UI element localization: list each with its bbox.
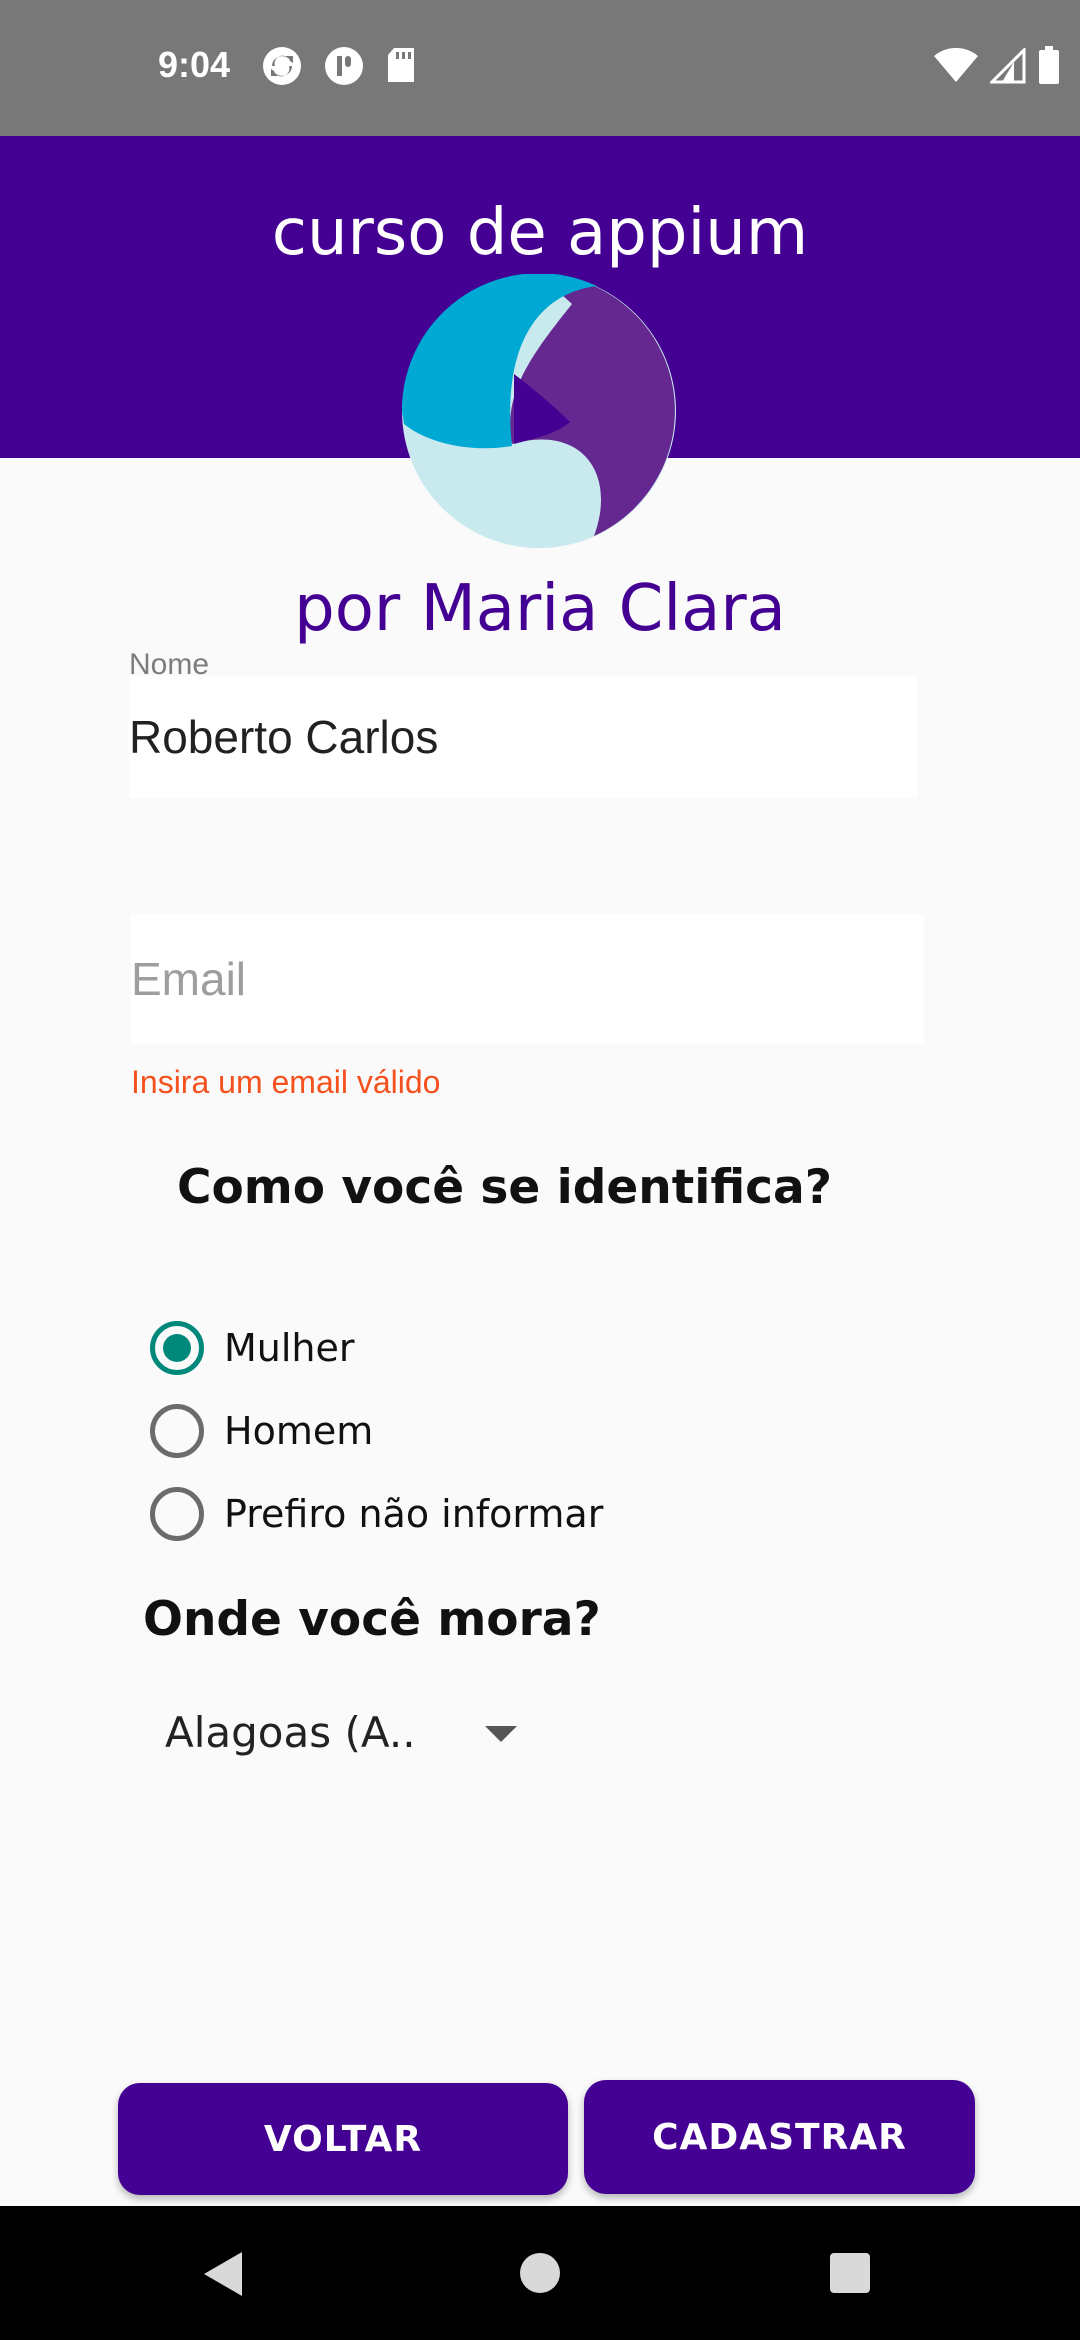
wifi-icon	[934, 48, 978, 82]
radio-dot	[163, 1334, 191, 1362]
appium-logo-icon	[402, 274, 676, 548]
radio-option-mulher[interactable]: Mulher	[150, 1318, 355, 1378]
navigation-bar	[0, 2206, 1080, 2340]
nav-recents-icon[interactable]	[830, 2253, 870, 2293]
state-dropdown[interactable]: Alagoas (A..	[165, 1702, 535, 1762]
radio-unchecked-icon[interactable]	[150, 1404, 204, 1458]
signal-icon	[990, 48, 1026, 84]
radio-option-prefiro-nao-informar[interactable]: Prefiro não informar	[150, 1484, 603, 1544]
name-input[interactable]	[129, 676, 917, 798]
radio-label: Mulher	[224, 1326, 355, 1370]
location-question: Onde você mora?	[143, 1592, 601, 1647]
nav-back-icon[interactable]	[204, 2252, 242, 2296]
subtitle: por Maria Clara	[294, 572, 786, 646]
radio-unchecked-icon[interactable]	[150, 1487, 204, 1541]
radio-label: Homem	[224, 1409, 374, 1453]
battery-icon	[1039, 46, 1059, 84]
sync-icon	[263, 47, 301, 85]
app-notification-icon	[325, 47, 363, 85]
state-dropdown-value: Alagoas (A..	[165, 1707, 416, 1757]
status-time: 9:04	[158, 44, 231, 85]
gender-question: Como você se identifica?	[177, 1160, 832, 1215]
submit-button[interactable]: CADASTRAR	[584, 2080, 975, 2194]
radio-option-homem[interactable]: Homem	[150, 1401, 373, 1461]
status-icons-right	[934, 46, 1060, 84]
sd-card-icon	[388, 48, 414, 82]
status-bar: 9:04	[0, 0, 1080, 136]
nav-home-icon[interactable]	[520, 2253, 560, 2293]
radio-checked-icon[interactable]	[150, 1321, 204, 1375]
status-icons-left	[262, 46, 416, 86]
email-error-text: Insira um email válido	[131, 1064, 441, 1100]
dropdown-arrow-icon[interactable]	[485, 1726, 517, 1742]
app-title: curso de appium	[271, 196, 809, 270]
email-input[interactable]	[131, 914, 924, 1044]
radio-label: Prefiro não informar	[224, 1492, 604, 1536]
back-button[interactable]: VOLTAR	[118, 2083, 568, 2195]
